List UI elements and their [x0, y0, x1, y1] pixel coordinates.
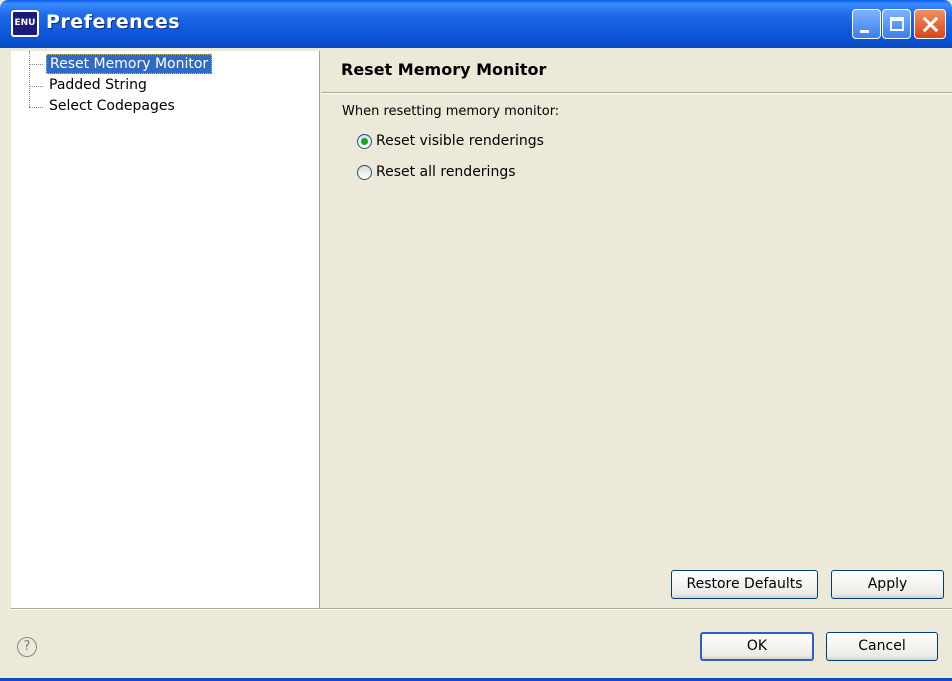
close-button[interactable] [914, 9, 946, 39]
radio-button[interactable] [357, 165, 372, 180]
page-title: Reset Memory Monitor [341, 60, 547, 79]
option-description: When resetting memory monitor: [342, 104, 560, 119]
preference-tree[interactable]: Reset Memory Monitor Padded String Selec… [11, 51, 320, 608]
close-icon [915, 10, 945, 38]
preference-page: Reset Memory Monitor When resetting memo… [321, 51, 952, 608]
preferences-window: ENU Preferences Reset Memory Monitor Pad… [0, 0, 952, 681]
title-bar[interactable]: ENU Preferences [0, 0, 952, 48]
tree-item-label: Reset Memory Monitor [46, 54, 213, 74]
tree-branch [29, 107, 43, 108]
maximize-button[interactable] [882, 9, 911, 39]
restore-defaults-button[interactable]: Restore Defaults [671, 570, 818, 599]
tree-branch [29, 86, 43, 87]
minimize-button[interactable] [852, 9, 881, 39]
window-title: Preferences [46, 11, 181, 33]
title-divider [321, 92, 952, 94]
footer-divider [11, 608, 952, 610]
radio-button-checked[interactable] [357, 134, 372, 149]
tree-branch [29, 64, 43, 65]
radio-label: Reset all renderings [376, 164, 516, 180]
apply-button[interactable]: Apply [831, 570, 944, 599]
help-icon[interactable]: ? [17, 637, 37, 657]
tree-item-label: Padded String [49, 77, 147, 93]
radio-label: Reset visible renderings [376, 133, 544, 149]
ok-button[interactable]: OK [700, 632, 814, 661]
tree-connector [29, 51, 30, 107]
minimize-icon [853, 10, 880, 38]
cancel-button[interactable]: Cancel [826, 632, 938, 661]
maximize-icon [883, 10, 910, 38]
app-icon: ENU [11, 10, 39, 37]
tree-item-label: Select Codepages [49, 98, 175, 114]
